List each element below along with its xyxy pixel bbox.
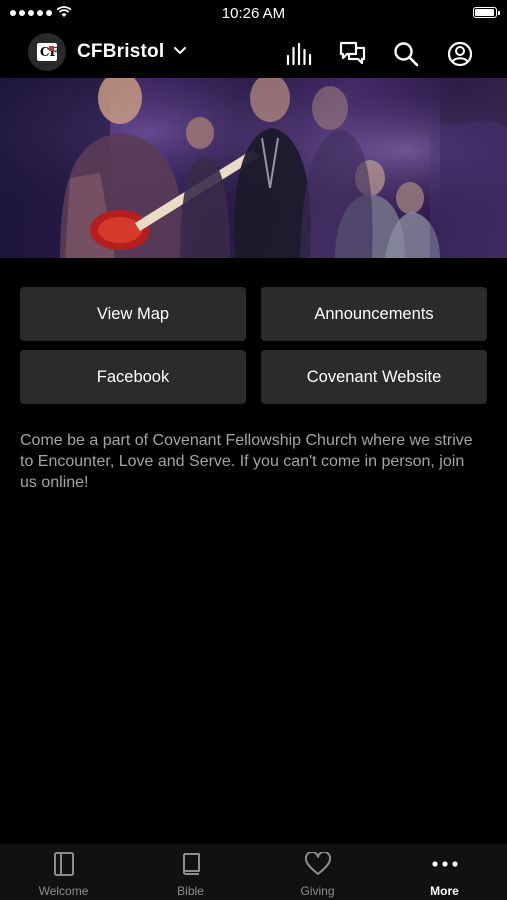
- tab-label: Bible: [177, 884, 204, 898]
- covenant-website-button[interactable]: Covenant Website: [261, 350, 487, 404]
- messages-icon[interactable]: [338, 39, 368, 69]
- status-bar: 10:26 AM: [0, 0, 507, 28]
- tab-label: Welcome: [38, 884, 89, 898]
- book-panel-icon: [0, 850, 127, 878]
- tab-welcome[interactable]: Welcome: [0, 844, 127, 900]
- heart-icon: [254, 850, 381, 878]
- church-description: Come be a part of Covenant Fellowship Ch…: [20, 432, 473, 491]
- org-name[interactable]: CFBristol: [77, 41, 164, 63]
- bible-icon: [127, 850, 254, 878]
- status-time: 10:26 AM: [221, 5, 286, 22]
- tab-giving[interactable]: Giving: [254, 844, 381, 900]
- tab-more[interactable]: More: [381, 844, 507, 900]
- profile-icon[interactable]: [445, 39, 475, 69]
- tab-bar: Welcome Bible Giving More: [0, 844, 507, 900]
- battery-icon: [473, 7, 500, 18]
- tab-bible[interactable]: Bible: [127, 844, 254, 900]
- audio-equalizer-icon[interactable]: [284, 39, 314, 69]
- header: CF CFBristol: [0, 28, 507, 78]
- facebook-button[interactable]: Facebook: [20, 350, 246, 404]
- view-map-button[interactable]: View Map: [20, 287, 246, 341]
- tab-label: More: [430, 884, 459, 898]
- announcements-button[interactable]: Announcements: [261, 287, 487, 341]
- more-dots-icon: [381, 850, 507, 878]
- tab-label: Giving: [300, 884, 335, 898]
- church-logo[interactable]: CF: [28, 33, 66, 71]
- hero-image: [0, 78, 507, 258]
- band-worship-photo-icon: [0, 78, 507, 258]
- chevron-down-icon[interactable]: [172, 42, 188, 58]
- search-icon[interactable]: [391, 39, 421, 69]
